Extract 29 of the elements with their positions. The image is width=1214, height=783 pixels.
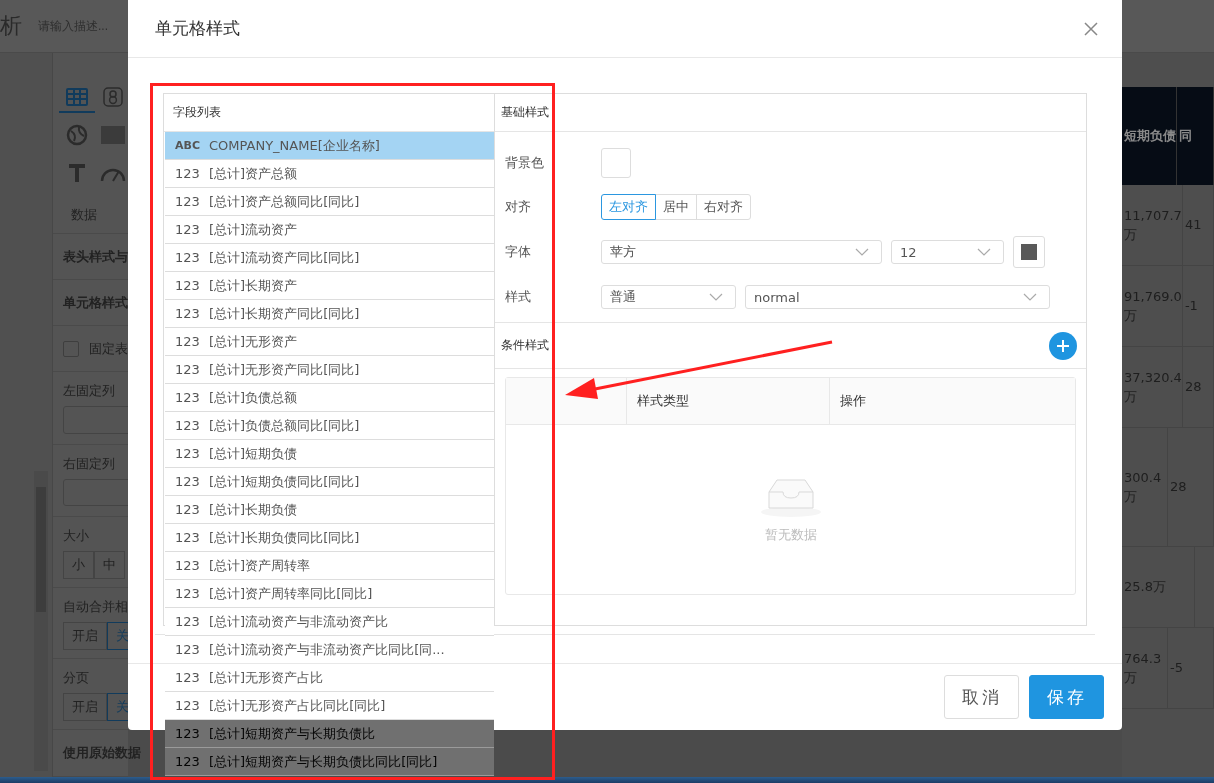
chevron-down-icon <box>977 248 991 256</box>
align-button[interactable]: 右对齐 <box>696 194 751 220</box>
dialog-title: 单元格样式 <box>155 17 240 40</box>
section-heading: 基础样式 <box>495 94 1086 132</box>
column-header: 同 <box>1177 87 1214 185</box>
column-header: 操作 <box>839 392 867 410</box>
chevron-down-icon <box>709 293 723 301</box>
color-picker[interactable] <box>1013 236 1045 268</box>
cancel-button[interactable]: 取消 <box>944 675 1019 719</box>
field-list-item[interactable]: 123 [总计]短期资产与长期负债比 <box>165 720 494 748</box>
close-icon[interactable] <box>1084 21 1098 36</box>
column-header: 样式类型 <box>627 378 830 424</box>
field-list-item[interactable]: 123 [总计]短期资产与长期负债比同比[同比] <box>165 748 494 776</box>
form-label: 字体 <box>505 243 532 261</box>
style-select[interactable]: normal <box>745 285 1050 309</box>
align-button[interactable]: 居中 <box>655 194 697 220</box>
form-label: 样式 <box>505 288 532 306</box>
color-picker[interactable] <box>601 148 631 178</box>
chevron-down-icon <box>855 248 869 256</box>
section-heading: 条件样式 <box>501 337 549 354</box>
form-label: 对齐 <box>505 198 532 216</box>
font-select[interactable]: 苹方 <box>601 240 882 264</box>
size-select[interactable]: 12 <box>891 240 1004 264</box>
weight-select[interactable]: 普通 <box>601 285 736 309</box>
field-list-item[interactable]: ABC COMPANY_NAME[企业名称] <box>165 132 494 160</box>
empty-message: 暂无数据 <box>764 525 817 544</box>
chevron-down-icon <box>1023 293 1037 301</box>
form-label: 背景色 <box>505 154 545 172</box>
add-icon[interactable] <box>1049 331 1077 360</box>
